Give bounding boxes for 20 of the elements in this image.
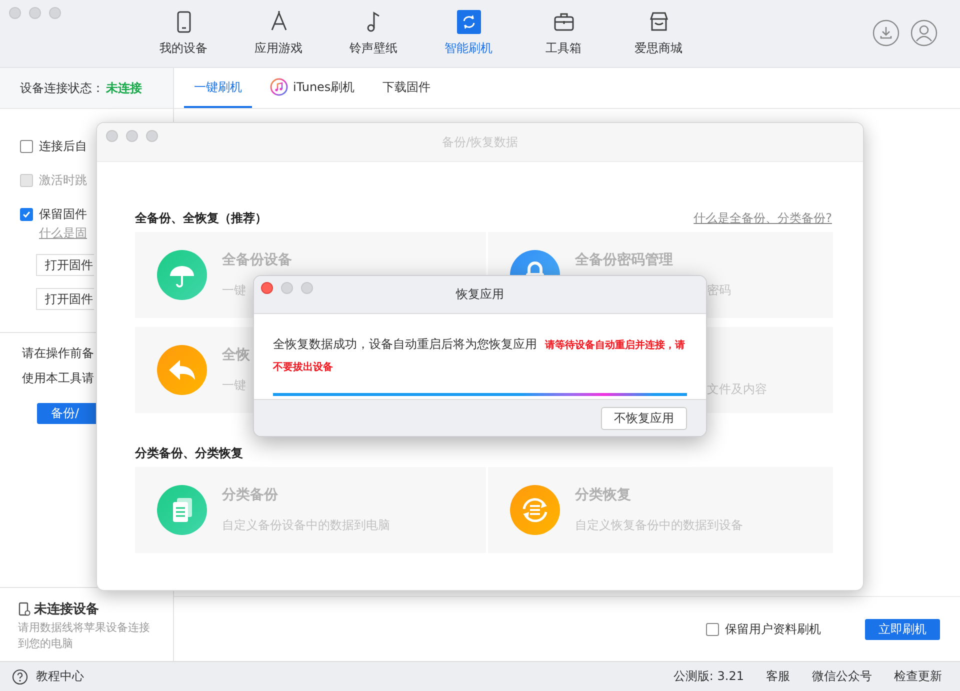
- dialog-title: 恢复应用: [456, 286, 504, 303]
- status-label: 设备连接状态：: [20, 80, 104, 96]
- card-title: 分类备份: [222, 486, 278, 504]
- option-label: 连接后自: [39, 138, 87, 154]
- section-heading: 全备份、全恢复（推荐）: [135, 210, 267, 226]
- option-label: 保留固件: [39, 206, 87, 222]
- option-label: 保留用户资料刷机: [725, 620, 821, 638]
- note-text: 请在操作前备: [22, 345, 95, 362]
- card-title: 分类恢复: [575, 486, 631, 504]
- card-title: 全备份设备: [222, 251, 292, 269]
- card-title: 全备份密码管理: [575, 251, 673, 269]
- status-value: 未连接: [106, 80, 142, 96]
- section-heading: 分类备份、分类恢复: [135, 444, 243, 462]
- option-label: 激活时跳: [39, 172, 87, 188]
- version-text: 公测版: 3.21: [673, 668, 744, 685]
- card-title: 全恢: [222, 346, 250, 364]
- device-description: 请用数据线将苹果设备连接到您的电脑: [18, 620, 151, 652]
- message-text: 全恢复数据成功，设备自动重启后将为您恢复应用 请等待设备自动重启并连接，请不要拔出设备: [273, 336, 686, 375]
- note-text: 使用本工具请: [22, 370, 95, 387]
- device-title: 未连接设备: [34, 600, 99, 618]
